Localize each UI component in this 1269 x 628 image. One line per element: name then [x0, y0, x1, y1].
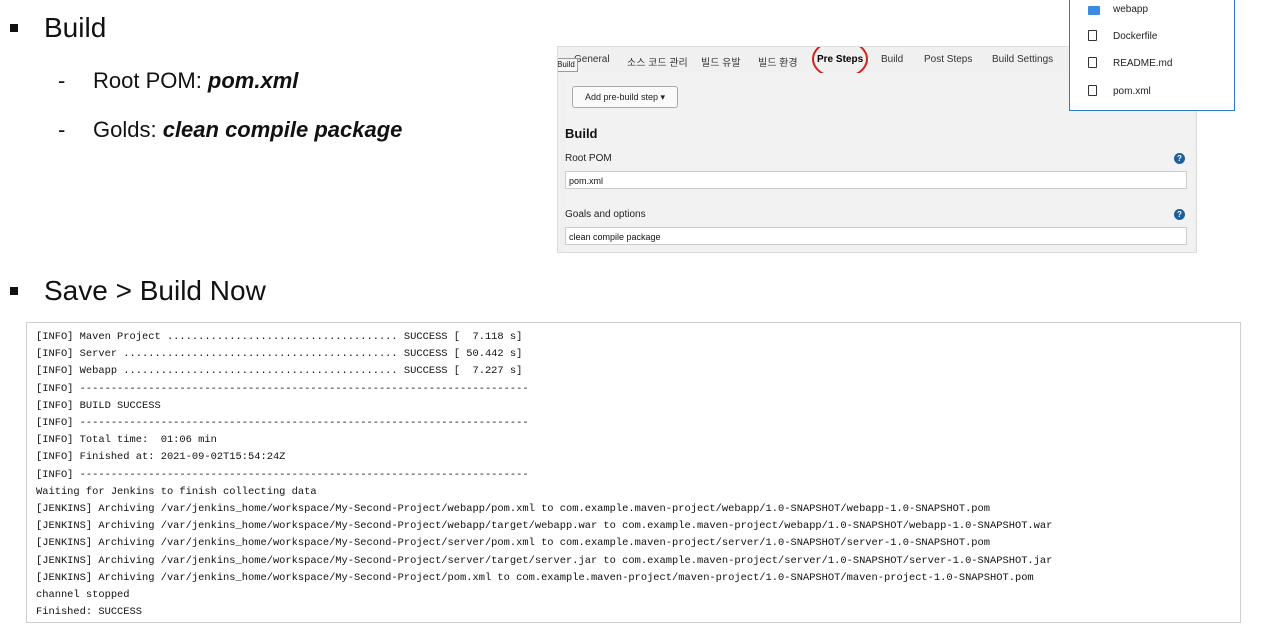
add-pre-build-step-button[interactable]: Add pre-build step ▾	[572, 86, 678, 108]
help-icon[interactable]: ?	[1174, 209, 1185, 220]
tab-build-settings[interactable]: Build Settings	[992, 54, 1053, 65]
file-icon	[1088, 57, 1097, 68]
root-pom-value: pom.xml	[207, 68, 299, 93]
tooltip: Build	[558, 58, 578, 72]
file-name: README.md	[1113, 58, 1173, 69]
tab-build[interactable]: Build	[881, 54, 903, 65]
bullet-build	[10, 24, 18, 32]
console-line: [INFO] Total time: 01:06 min	[36, 434, 217, 447]
goals-field-label: Goals and options	[565, 209, 646, 220]
console-line: [INFO] Finished at: 2021-09-02T15:54:24Z	[36, 451, 286, 464]
console-line: [INFO] ---------------------------------…	[36, 382, 529, 395]
console-line: [INFO] Server ..........................…	[36, 348, 523, 361]
build-heading: Build	[44, 12, 107, 43]
file-name: pom.xml	[1113, 86, 1151, 97]
tab-post-steps[interactable]: Post Steps	[924, 54, 972, 65]
file-name: Dockerfile	[1113, 31, 1158, 42]
dash-2: -	[58, 117, 66, 142]
build-section-title: Build	[565, 126, 598, 141]
console-line: channel stopped	[36, 589, 130, 602]
save-build-heading: Save > Build Now	[44, 275, 266, 306]
goals-item: Golds: clean compile package	[93, 117, 402, 143]
console-line: [INFO] ---------------------------------…	[36, 468, 529, 481]
file-browser: webapp Dockerfile README.md pom.xml	[1069, 0, 1235, 111]
folder-icon	[1088, 6, 1100, 15]
console-line: [JENKINS] Archiving /var/jenkins_home/wo…	[36, 503, 991, 516]
root-pom-field-label: Root POM	[565, 153, 612, 164]
root-pom-input[interactable]: pom.xml	[565, 171, 1187, 189]
console-line: [INFO] BUILD SUCCESS	[36, 399, 161, 412]
tab-build-triggers[interactable]: 빌드 유발	[701, 54, 741, 69]
file-name: webapp	[1113, 4, 1149, 15]
help-icon[interactable]: ?	[1174, 153, 1185, 164]
console-line: Finished: SUCCESS	[36, 606, 143, 619]
file-icon	[1088, 30, 1097, 41]
dash-1: -	[58, 68, 66, 93]
console-line: [JENKINS] Archiving /var/jenkins_home/wo…	[36, 520, 1053, 533]
file-icon	[1088, 85, 1097, 96]
console-output: [INFO] Maven Project ...................…	[26, 322, 1241, 623]
tab-build-env[interactable]: 빌드 환경	[758, 54, 798, 69]
root-pom-label: Root POM:	[93, 68, 208, 93]
goals-label: Golds:	[93, 117, 163, 142]
console-line: [JENKINS] Archiving /var/jenkins_home/wo…	[36, 554, 1053, 567]
console-line: [JENKINS] Archiving /var/jenkins_home/wo…	[36, 571, 1034, 584]
console-line: Waiting for Jenkins to finish collecting…	[36, 485, 317, 498]
tab-general[interactable]: General	[574, 54, 610, 65]
console-text: [INFO] Maven Project ...................…	[36, 329, 1052, 621]
tab-source-code[interactable]: 소스 코드 관리	[627, 54, 688, 69]
bullet-save	[10, 287, 18, 295]
console-line: [JENKINS] Archiving /var/jenkins_home/wo…	[36, 537, 991, 550]
console-line: [INFO] ---------------------------------…	[36, 417, 529, 430]
console-line: [INFO] Webapp ..........................…	[36, 365, 523, 378]
goals-input[interactable]: clean compile package	[565, 227, 1187, 245]
root-pom-item: Root POM: pom.xml	[93, 68, 298, 94]
console-line: [INFO] Maven Project ...................…	[36, 331, 523, 343]
goals-value: clean compile package	[162, 117, 403, 142]
